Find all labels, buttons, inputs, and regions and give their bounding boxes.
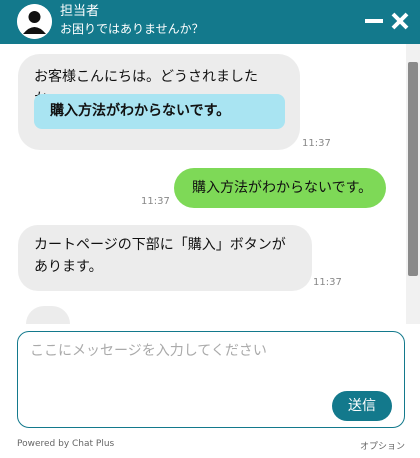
message-list: お客様こんにちは。どうされましたか。 購入方法がわからないです。 11:37 購…: [0, 44, 406, 324]
message-text-line: カートページの下部に「購入」ボタンが: [34, 237, 286, 253]
message-time: 11:37: [302, 138, 331, 149]
send-button[interactable]: 送信: [332, 391, 392, 421]
typing-indicator: …: [26, 306, 70, 324]
options-link[interactable]: オプション: [360, 439, 405, 452]
message-input[interactable]: [30, 340, 390, 380]
minimize-icon[interactable]: [363, 10, 385, 32]
powered-by-text: Powered by Chat Plus: [17, 439, 115, 449]
user-silhouette-icon: [17, 4, 52, 39]
operator-message: カートページの下部に「購入」ボタンが あります。: [18, 225, 312, 291]
scrollbar-thumb[interactable]: [408, 62, 418, 276]
chat-scrollbar[interactable]: [406, 44, 420, 324]
agent-name: 担当者: [60, 4, 100, 19]
close-icon[interactable]: [389, 10, 411, 32]
chat-widget: 担当者 お困りではありませんか？ お客様こんにちは。どうされましたか。 購入方法…: [0, 0, 420, 458]
operator-message: お客様こんにちは。どうされましたか。 購入方法がわからないです。: [18, 54, 300, 150]
header-subtitle: お困りではありませんか？: [60, 22, 204, 36]
message-input-box: 送信: [17, 331, 405, 428]
chat-header: 担当者 お困りではありませんか？: [0, 0, 420, 44]
message-time: 11:37: [313, 277, 342, 288]
message-text-line: あります。: [34, 259, 103, 275]
quick-reply-button[interactable]: 購入方法がわからないです。: [34, 94, 285, 129]
user-message: 購入方法がわからないです。: [174, 168, 386, 208]
message-time: 11:37: [141, 196, 170, 207]
